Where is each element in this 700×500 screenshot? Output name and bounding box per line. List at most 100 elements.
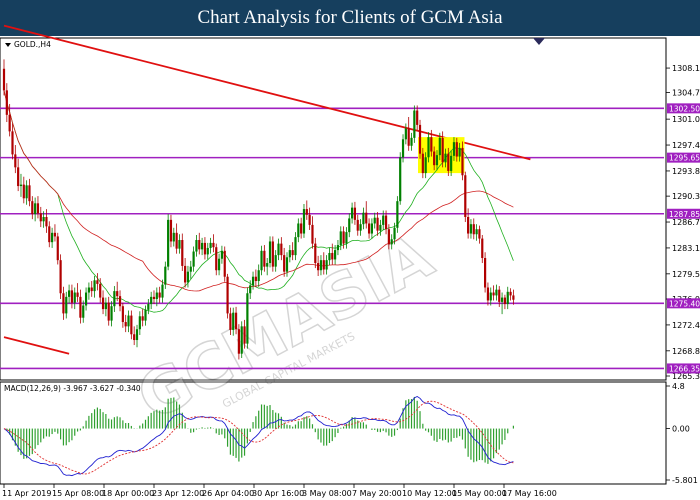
candle-body (356, 219, 359, 231)
candle-body (39, 213, 42, 222)
time-tick-label: 23 Apr 12:00 (152, 489, 204, 498)
candle-body (283, 255, 286, 272)
candle-body (319, 260, 323, 271)
candle-body (370, 223, 373, 234)
price-tick-label: 1290.30 (672, 192, 700, 201)
candle-body (481, 238, 484, 259)
candle-body (141, 316, 144, 321)
candle-body (169, 219, 173, 242)
candle-body (367, 223, 371, 234)
candle-body (441, 137, 444, 163)
candle-body (382, 215, 385, 225)
candle-body (209, 242, 212, 248)
macd-axis: 4.8 0.00 -5.801 (666, 382, 698, 485)
candle-body (249, 285, 252, 294)
candle-body (113, 291, 116, 307)
candle-body (506, 291, 509, 305)
candle-body (399, 157, 402, 202)
candle-body (28, 185, 31, 202)
candle-body (152, 296, 156, 300)
candle-body (373, 217, 376, 224)
candle-body (467, 216, 470, 234)
candle-body (328, 252, 331, 261)
price-tick-label: 1304.70 (672, 89, 700, 98)
candle-body (192, 251, 195, 267)
candle-body (135, 329, 139, 341)
candle-body (178, 240, 181, 249)
candle-body (8, 114, 11, 132)
candle-body (67, 290, 71, 297)
candle-body (36, 203, 40, 214)
candle-body (79, 296, 82, 318)
candle-body (65, 296, 68, 314)
time-tick-label: 26 Apr 04:00 (202, 489, 254, 498)
candle-body (181, 240, 184, 266)
candle-body (401, 139, 405, 158)
candle-body (416, 110, 419, 125)
candle-body (300, 223, 303, 234)
candle-body (379, 224, 382, 231)
candle-body (17, 167, 20, 187)
time-tick-label: 3 May 08:00 (302, 489, 352, 498)
macd-panel (0, 381, 667, 485)
candle-body (469, 224, 473, 234)
candle-body (220, 250, 224, 259)
candle-body (138, 316, 141, 330)
candle-body (444, 153, 447, 163)
candle-body (76, 292, 79, 297)
candle-body (362, 212, 365, 225)
candle-body (130, 315, 133, 335)
candle-body (280, 243, 283, 256)
candle-body (325, 260, 328, 270)
candle-body (229, 313, 232, 330)
candle-body (452, 142, 456, 156)
candle-body (407, 128, 410, 146)
candle-body (433, 151, 436, 166)
candle-body (331, 252, 334, 260)
candle-body (133, 334, 136, 341)
candle-body (212, 242, 215, 248)
macd-tick-label: -5.801 (672, 476, 698, 485)
candle-body (500, 297, 504, 302)
candle-body (150, 296, 153, 305)
time-tick-label: 15 Apr 08:00 (52, 489, 104, 498)
candle-body (5, 90, 8, 115)
candle-body (384, 215, 388, 230)
candle-body (147, 304, 150, 310)
candle-body (232, 312, 235, 330)
time-tick-label: 30 Apr 16:00 (252, 489, 304, 498)
candle-body (56, 236, 59, 261)
level-label: 1287.85 (669, 210, 700, 219)
time-tick-label: 15 May 00:00 (452, 489, 507, 498)
macd-tick-label: 4.8 (672, 382, 685, 391)
candle-body (266, 263, 269, 267)
level-label: 1266.35 (669, 364, 700, 373)
price-tick-label: 1308.10 (672, 64, 700, 73)
candle-body (317, 263, 320, 271)
candle-body (203, 242, 207, 255)
candle-body (45, 216, 48, 227)
candle-body (99, 283, 102, 298)
candle-body (234, 312, 238, 330)
candle-body (353, 207, 357, 220)
candle-body (288, 250, 291, 258)
candle-body (322, 260, 325, 270)
candle-body (237, 329, 240, 354)
candle-body (251, 276, 255, 286)
candle-body (418, 124, 422, 154)
candle-body (243, 326, 246, 344)
candle-body (167, 219, 170, 267)
candle-body (305, 209, 308, 215)
candle-body (101, 297, 105, 310)
time-tick-label: 11 Apr 2019 (2, 489, 51, 498)
candle-body (271, 241, 274, 267)
candle-body (124, 322, 127, 327)
candle-body (294, 237, 297, 256)
candle-body (495, 289, 498, 296)
candle-body (393, 227, 396, 240)
candle-body (339, 231, 342, 246)
candle-body (217, 258, 221, 271)
candle-body (260, 250, 263, 271)
candle-body (509, 291, 512, 296)
candle-body (172, 232, 175, 242)
